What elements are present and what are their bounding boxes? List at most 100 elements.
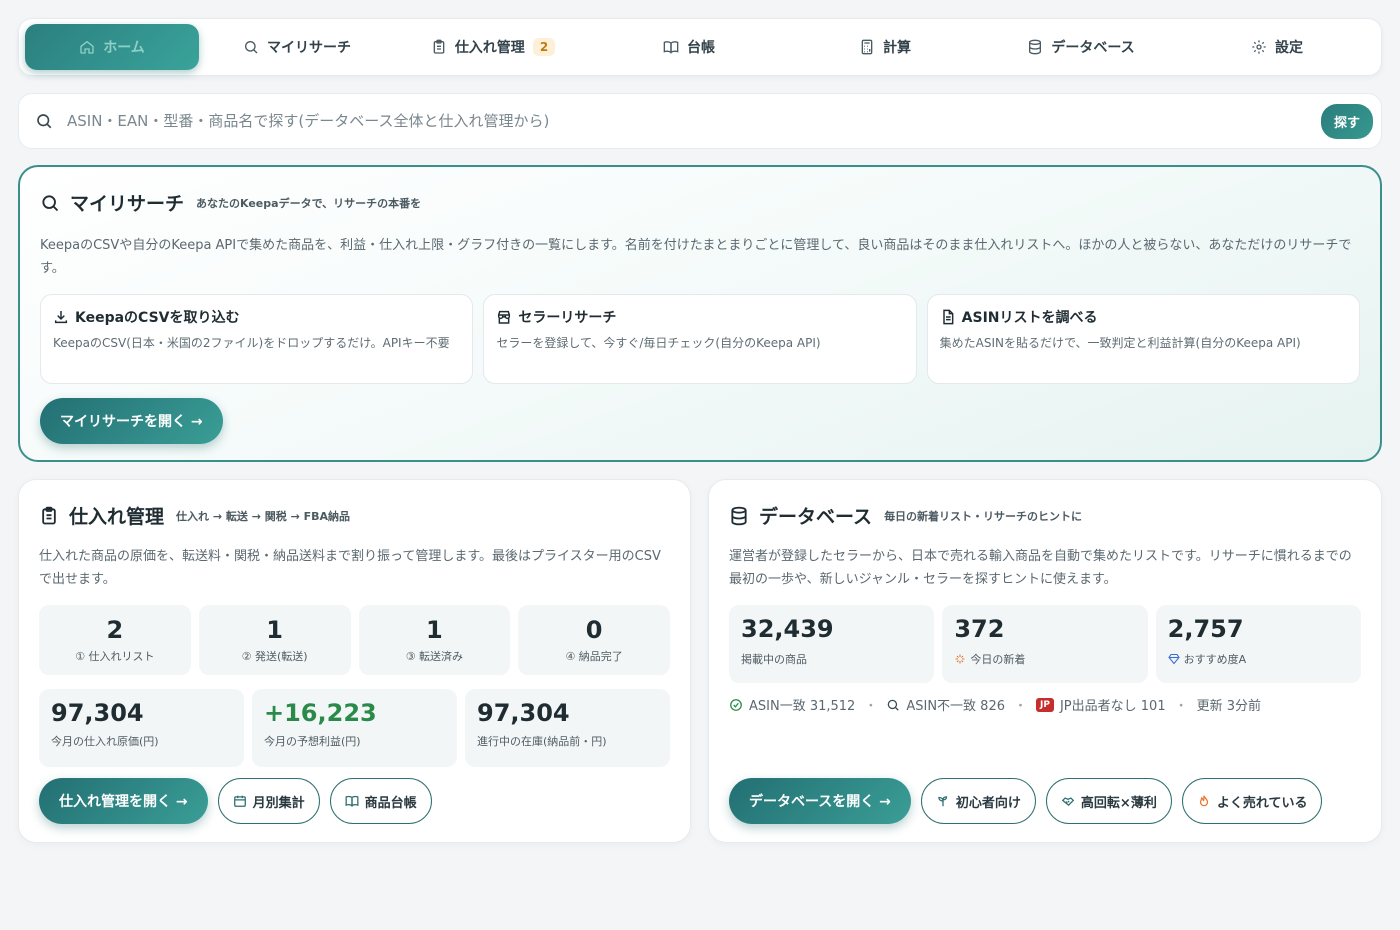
updated-time: 更新 3分前: [1196, 699, 1262, 714]
my-research-header: マイリサーチ あなたのKeepaデータで、リサーチの本番を: [40, 189, 1360, 216]
nav-settings-label: 設定: [1275, 40, 1303, 56]
filter-beginner-label: 初心者向け: [955, 795, 1021, 811]
nav-my-research-label: マイリサーチ: [267, 40, 351, 56]
calendar-icon: [233, 794, 247, 808]
my-research-tools: KeepaのCSVを取り込む KeepaのCSV(日本・米国の2ファイル)をドロ…: [40, 294, 1360, 384]
product-ledger-button[interactable]: 商品台帳: [329, 778, 432, 824]
database-title: データベース: [759, 506, 873, 528]
nav-ledger-label: 台帳: [687, 40, 715, 56]
separator-dot: ・: [864, 699, 878, 714]
tool-asin-list[interactable]: ASINリストを調べる 集めたASINを貼るだけで、一致判定と利益計算(自分のK…: [926, 294, 1360, 384]
nav-database[interactable]: データベース: [983, 24, 1179, 70]
filter-high-turnover-label: 高回転×薄利: [1080, 795, 1157, 811]
stage-stat-value: 2: [106, 616, 124, 644]
search-button[interactable]: 探す: [1320, 103, 1373, 139]
nav-settings[interactable]: 設定: [1179, 24, 1375, 70]
my-research-title: マイリサーチ: [70, 193, 185, 215]
total-stat-value: 97,304: [477, 699, 570, 727]
filter-high-turnover-button[interactable]: 高回転×薄利: [1045, 778, 1172, 824]
nav-home[interactable]: ホーム: [25, 24, 199, 70]
stage-stat[interactable]: 1 ② 発送(転送): [198, 605, 351, 675]
nav-ledger[interactable]: 台帳: [591, 24, 787, 70]
tool-seller-research-title-row: セラーリサーチ: [496, 307, 903, 327]
nav-my-research[interactable]: マイリサーチ: [199, 24, 395, 70]
stage-stat[interactable]: 0 ④ 納品完了: [518, 605, 670, 675]
separator-dot: ・: [1014, 699, 1028, 714]
tool-asin-list-title-row: ASINリストを調べる: [940, 307, 1347, 327]
open-purchase-button[interactable]: 仕入れ管理を開く →: [39, 778, 208, 824]
db-stat-label: おすすめ度A: [1167, 651, 1349, 667]
tool-import-csv[interactable]: KeepaのCSVを取り込む KeepaのCSV(日本・米国の2ファイル)をドロ…: [40, 294, 474, 384]
check-circle-icon: [729, 698, 743, 712]
nav-database-label: データベース: [1051, 40, 1135, 56]
search-input[interactable]: [67, 112, 1321, 130]
db-stat-label: 掲載中の商品: [741, 651, 922, 667]
total-stat: 97,304 今月の仕入れ原価(円): [39, 689, 244, 767]
database-description: 運営者が登録したセラーから、日本で売れる輸入商品を自動で集めたリストです。リサー…: [729, 549, 1352, 587]
diamond-icon: [1167, 653, 1180, 665]
my-research-description: KeepaのCSVや自分のKeepa APIで集めた商品を、利益・仕入れ上限・グ…: [40, 238, 1352, 276]
tool-asin-list-desc: 集めたASINを貼るだけで、一致判定と利益計算(自分のKeepa API): [939, 336, 1301, 350]
db-stat-label-text: おすすめ度A: [1183, 653, 1247, 666]
store-icon: [496, 309, 512, 325]
sprout-icon: [936, 794, 950, 808]
db-stat-value: 372: [954, 615, 1005, 643]
my-research-section: マイリサーチ あなたのKeepaデータで、リサーチの本番を KeepaのCSVや…: [18, 165, 1382, 462]
stage-stat[interactable]: 1 ③ 転送済み: [358, 605, 511, 675]
open-database-button[interactable]: データベースを開く →: [729, 778, 911, 824]
nav-purchase[interactable]: 仕入れ管理 2: [395, 24, 591, 70]
asin-mismatch-count: ASIN不一致 826: [906, 699, 1005, 714]
global-search-bar: 探す: [18, 93, 1382, 149]
db-stat[interactable]: 2,757 おすすめ度A: [1155, 605, 1361, 683]
total-stat: 97,304 進行中の在庫(納品前・円): [465, 689, 670, 767]
nav-calculate[interactable]: 計算: [787, 24, 983, 70]
db-stat[interactable]: 32,439 掲載中の商品: [729, 605, 935, 683]
clipboard-icon: [431, 39, 447, 55]
db-stat-value: 32,439: [741, 615, 834, 643]
stage-stat-value: 1: [426, 616, 443, 644]
database-subtitle: 毎日の新着リスト・リサーチのヒントに: [884, 509, 1083, 523]
no-jp-seller-count: JP出品者なし 101: [1059, 699, 1166, 714]
monthly-summary-button[interactable]: 月別集計: [217, 778, 320, 824]
tool-seller-research-desc: セラーを登録して、今すぐ/毎日チェック(自分のKeepa API): [496, 336, 821, 350]
stage-stat-label: ③ 転送済み: [405, 650, 464, 663]
purchase-stage-stats: 2 ① 仕入れリスト 1 ② 発送(転送) 1 ③ 転送済み 0 ④ 納品完了: [39, 605, 670, 675]
open-my-research-button[interactable]: マイリサーチを開く →: [40, 398, 223, 444]
database-card: データベース 毎日の新着リスト・リサーチのヒントに 運営者が登録したセラーから、…: [708, 479, 1382, 843]
nav-purchase-label: 仕入れ管理: [454, 40, 525, 56]
database-stats: 32,439 掲載中の商品 372 今日の新着 2,757 おすすめ度A: [729, 605, 1361, 683]
handshake-icon: [1061, 794, 1075, 808]
db-stat-label-text: 今日の新着: [970, 653, 1026, 666]
db-stat-label: 今日の新着: [954, 651, 1135, 667]
search-icon: [40, 193, 60, 213]
jp-badge: JP: [1036, 697, 1054, 712]
total-stat-label: 今月の仕入れ原価(円): [51, 735, 159, 748]
sparkle-icon: [954, 653, 966, 665]
search-icon: [35, 112, 53, 130]
stage-stat-value: 0: [585, 616, 603, 644]
total-stat-value: 97,304: [51, 699, 144, 727]
purchase-management-card: 仕入れ管理 仕入れ → 転送 → 関税 → FBA納品 仕入れた商品の原価を、転…: [18, 479, 691, 843]
db-stat[interactable]: 372 今日の新着: [942, 605, 1148, 683]
tool-seller-research[interactable]: セラーリサーチ セラーを登録して、今すぐ/毎日チェック(自分のKeepa API…: [483, 294, 917, 384]
nav-home-label: ホーム: [103, 40, 145, 56]
calculator-icon: [859, 39, 875, 55]
stage-stat[interactable]: 2 ① 仕入れリスト: [39, 605, 191, 675]
filter-best-selling-button[interactable]: よく売れている: [1181, 778, 1323, 824]
db-stat-label-text: 掲載中の商品: [741, 653, 807, 666]
stage-stat-label: ① 仕入れリスト: [75, 650, 155, 663]
tool-seller-research-title: セラーリサーチ: [518, 310, 617, 326]
database-header: データベース 毎日の新着リスト・リサーチのヒントに: [729, 502, 1361, 529]
filter-beginner-button[interactable]: 初心者向け: [920, 778, 1036, 824]
purchase-header: 仕入れ管理 仕入れ → 転送 → 関税 → FBA納品: [39, 502, 670, 529]
total-stat-label: 進行中の在庫(納品前・円): [477, 735, 607, 748]
asin-match-count: ASIN一致 31,512: [749, 699, 856, 714]
stage-stat-label: ② 発送(転送): [241, 650, 308, 663]
purchase-actions: 仕入れ管理を開く → 月別集計 商品台帳: [39, 778, 432, 824]
my-research-subtitle: あなたのKeepaデータで、リサーチの本番を: [196, 196, 422, 210]
database-icon: [729, 506, 749, 526]
tool-import-csv-desc: KeepaのCSV(日本・米国の2ファイル)をドロップするだけ。APIキー不要: [53, 336, 450, 350]
gear-icon: [1251, 39, 1267, 55]
clipboard-icon: [39, 506, 59, 526]
filter-best-selling-label: よく売れている: [1216, 795, 1308, 811]
